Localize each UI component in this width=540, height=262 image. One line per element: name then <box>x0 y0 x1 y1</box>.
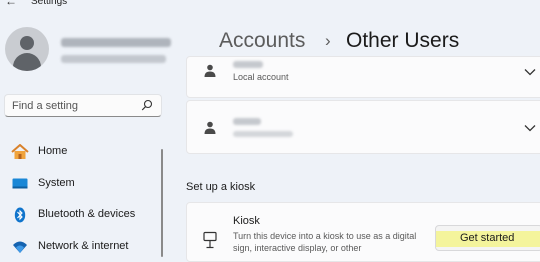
chevron-down-icon[interactable] <box>524 124 536 132</box>
search-box[interactable] <box>4 94 162 117</box>
user-name-blurred <box>61 38 171 47</box>
system-icon <box>12 178 28 189</box>
section-title-kiosk: Set up a kiosk <box>186 181 256 193</box>
avatar-body <box>13 53 41 71</box>
person-icon <box>204 64 216 77</box>
home-icon <box>11 144 29 159</box>
get-started-label: Get started <box>460 232 515 244</box>
breadcrumb-separator: › <box>325 31 331 50</box>
sidebar-item-bluetooth[interactable]: Bluetooth & devices <box>0 202 160 228</box>
sidebar-item-label: System <box>38 177 75 189</box>
user-email-blurred <box>61 55 166 63</box>
window-title: Settings <box>31 0 68 7</box>
title-bar: ← Settings <box>0 0 540 10</box>
account-email-blurred <box>233 131 293 137</box>
sidebar-item-home[interactable]: Home <box>0 139 160 165</box>
search-icon[interactable] <box>141 99 153 111</box>
sidebar-scrollbar[interactable] <box>161 149 163 257</box>
wifi-icon <box>13 241 27 253</box>
sidebar-item-label: Bluetooth & devices <box>38 208 136 220</box>
chevron-down-icon[interactable] <box>524 68 536 76</box>
kiosk-description: Turn this device into a kiosk to use as … <box>233 231 417 253</box>
kiosk-title: Kiosk <box>233 215 260 227</box>
sidebar-item-network[interactable]: Network & internet <box>0 234 160 260</box>
account-card-user[interactable] <box>186 100 540 154</box>
kiosk-card: Kiosk Turn this device into a kiosk to u… <box>186 202 540 262</box>
get-started-button[interactable]: Get started <box>435 225 540 251</box>
sidebar-item-label: Network & internet <box>38 240 129 252</box>
account-type: Local account <box>233 72 289 82</box>
back-arrow-icon[interactable]: ← <box>5 0 17 8</box>
account-name-blurred <box>233 118 261 125</box>
account-name-blurred <box>233 61 263 68</box>
bluetooth-icon <box>14 207 26 223</box>
kiosk-icon <box>203 231 217 249</box>
person-icon <box>204 121 216 134</box>
breadcrumb-parent[interactable]: Accounts <box>219 29 305 53</box>
account-card-local[interactable]: Local account <box>186 56 540 98</box>
sidebar-item-label: Home <box>38 145 68 157</box>
search-input[interactable] <box>12 98 134 113</box>
avatar-head <box>20 36 34 50</box>
sidebar-item-system[interactable]: System <box>0 171 160 197</box>
avatar[interactable] <box>5 27 49 71</box>
page-title: Other Users <box>346 29 460 52</box>
